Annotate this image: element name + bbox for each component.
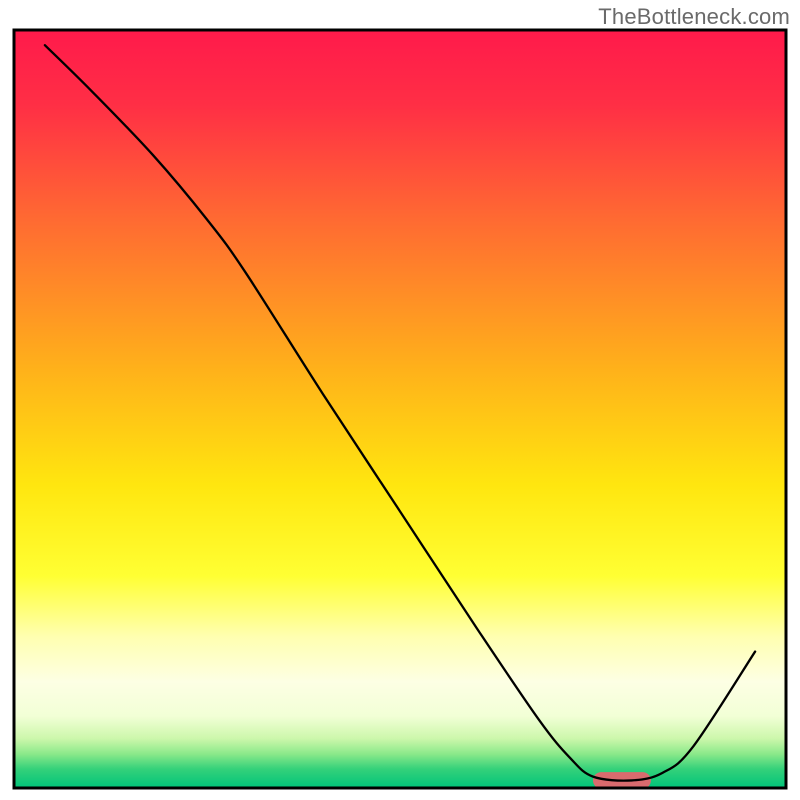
chart-svg [0, 0, 800, 800]
bottleneck-chart: TheBottleneck.com [0, 0, 800, 800]
watermark-label: TheBottleneck.com [598, 4, 790, 30]
gradient-background [14, 30, 786, 788]
